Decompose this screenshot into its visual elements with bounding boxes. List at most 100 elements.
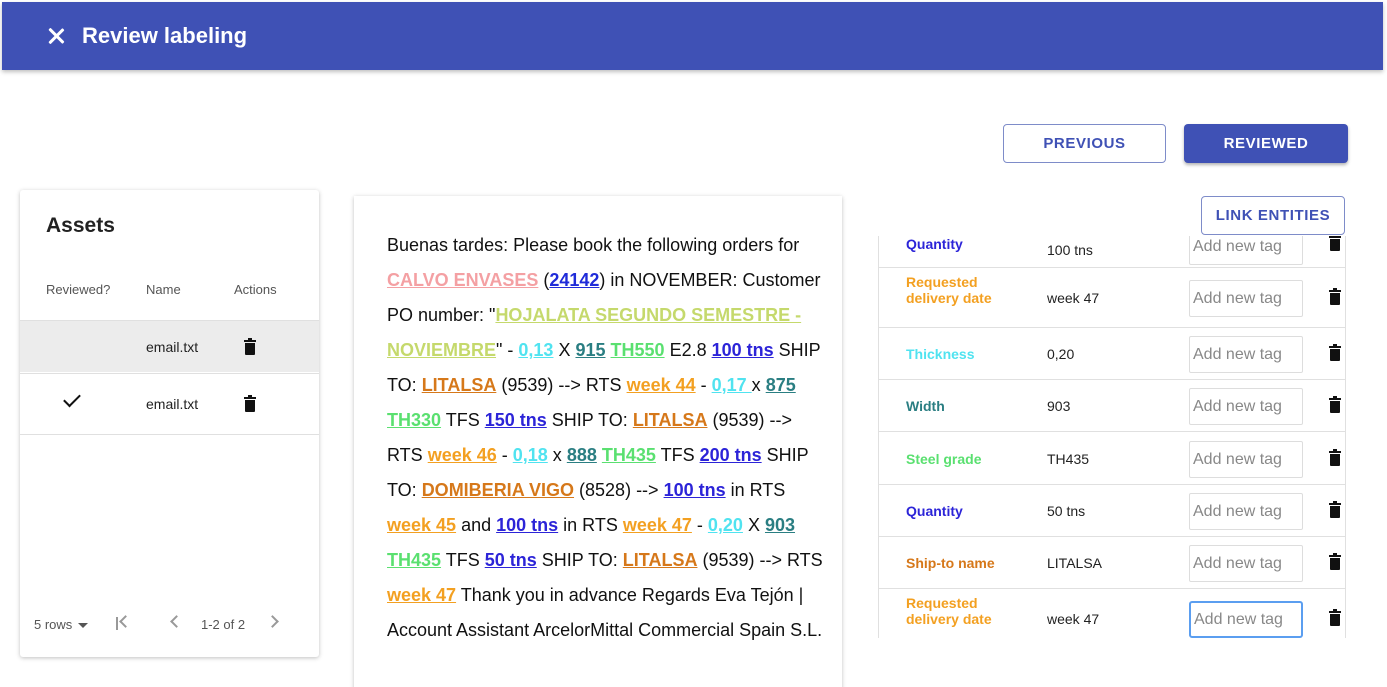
delete-icon[interactable] <box>244 395 256 412</box>
entity-value: 0,20 <box>1047 346 1075 362</box>
entity-label: Steel grade <box>906 451 982 467</box>
delete-icon[interactable] <box>1329 553 1341 570</box>
add-tag-input[interactable] <box>1189 493 1303 530</box>
entity-highlight-qty[interactable]: 100 tns <box>496 515 558 535</box>
entity-row: Quantity 100 tns <box>879 236 1345 268</box>
entity-highlight-week[interactable]: week 44 <box>627 375 696 395</box>
entity-highlight-ship[interactable]: LITALSA <box>623 550 698 570</box>
add-tag-input[interactable] <box>1189 336 1303 373</box>
document-text[interactable]: Buenas tardes: Please book the following… <box>387 228 827 648</box>
first-page-icon[interactable] <box>116 617 118 630</box>
next-page-icon[interactable] <box>266 615 279 628</box>
entity-highlight-company[interactable]: CALVO ENVASES <box>387 270 538 290</box>
entity-row: Requested delivery date week 47 <box>879 589 1345 638</box>
entity-highlight-ship[interactable]: LITALSA <box>633 410 708 430</box>
document-text-segment: TFS <box>441 550 485 570</box>
entity-label: Quantity <box>906 236 963 252</box>
entity-highlight-po[interactable]: 24142 <box>549 270 599 290</box>
entity-highlight-thick[interactable]: 0,18 <box>513 445 548 465</box>
add-tag-input[interactable] <box>1189 441 1303 478</box>
table-row[interactable]: email.txt <box>20 320 319 372</box>
delete-icon[interactable] <box>1329 396 1341 413</box>
entity-highlight-qty[interactable]: 100 tns <box>664 480 726 500</box>
document-text-segment: TFS <box>655 445 700 465</box>
add-tag-input[interactable] <box>1189 236 1303 265</box>
entity-label: Quantity <box>906 503 963 519</box>
add-tag-input[interactable] <box>1189 388 1303 425</box>
entity-highlight-grade[interactable]: TH330 <box>387 410 441 430</box>
document-text-segment: in RTS <box>725 480 786 500</box>
previous-page-icon[interactable] <box>170 615 183 628</box>
add-tag-input[interactable] <box>1189 280 1303 317</box>
close-icon[interactable] <box>44 24 68 48</box>
entity-value: 100 tns <box>1047 242 1093 258</box>
entity-highlight-week[interactable]: week 47 <box>623 515 692 535</box>
rows-per-page-select[interactable]: 5 rows <box>34 617 72 632</box>
chevron-down-icon[interactable] <box>78 623 88 628</box>
entity-highlight-qty[interactable]: 50 tns <box>485 550 537 570</box>
delete-icon[interactable] <box>1329 449 1341 466</box>
entity-value: week 47 <box>1047 290 1100 306</box>
entity-highlight-grade[interactable]: TH435 <box>387 550 441 570</box>
entity-highlight-week[interactable]: week 46 <box>428 445 497 465</box>
delete-icon[interactable] <box>1329 501 1341 518</box>
entity-highlight-qty[interactable]: 150 tns <box>485 410 547 430</box>
document-text-segment: - <box>691 515 708 535</box>
document-text-segment: (9539) --> RTS <box>697 550 823 570</box>
entity-highlight-grade[interactable]: TH435 <box>602 445 656 465</box>
entity-row: Requested delivery date week 47 <box>879 268 1345 328</box>
document-text-segment: SHIP TO: <box>536 550 623 570</box>
app-bar: Review labeling <box>2 2 1383 70</box>
entity-highlight-width[interactable]: 888 <box>567 445 597 465</box>
reviewed-button[interactable]: REVIEWED <box>1184 124 1348 163</box>
entity-highlight-week[interactable]: week 45 <box>387 515 456 535</box>
add-tag-input[interactable] <box>1189 545 1303 582</box>
first-page-chevron-icon[interactable] <box>119 615 132 628</box>
entity-highlight-qty[interactable]: 200 tns <box>700 445 762 465</box>
document-text-segment: X <box>553 340 576 360</box>
column-name: Name <box>146 282 181 297</box>
link-entities-button[interactable]: LINK ENTITIES <box>1201 196 1345 235</box>
document-text-segment: x <box>751 375 766 395</box>
page-title: Review labeling <box>82 23 248 48</box>
entity-highlight-grade[interactable]: TH550 <box>611 340 665 360</box>
entity-highlight-width[interactable]: 875 <box>766 375 796 395</box>
entity-row: Width 903 <box>879 380 1345 432</box>
check-icon <box>63 389 81 408</box>
delete-icon[interactable] <box>244 338 256 355</box>
document-text-segment: x <box>547 445 567 465</box>
entity-highlight-ship[interactable]: LITALSA <box>422 375 497 395</box>
entity-label: Ship-to name <box>906 555 995 571</box>
entity-value: LITALSA <box>1047 555 1102 571</box>
column-reviewed: Reviewed? <box>46 282 111 297</box>
entity-value: 903 <box>1047 398 1071 414</box>
delete-icon[interactable] <box>1329 609 1341 626</box>
delete-icon[interactable] <box>1329 236 1341 251</box>
asset-name: email.txt <box>146 396 199 412</box>
entity-highlight-thick[interactable]: 0,20 <box>708 515 743 535</box>
entity-label: Requested delivery date <box>906 274 992 306</box>
entity-highlight-ship[interactable]: DOMIBERIA VIGO <box>422 480 574 500</box>
entity-highlight-thick[interactable]: 0,13 <box>518 340 553 360</box>
document-viewer: Buenas tardes: Please book the following… <box>354 196 842 687</box>
add-tag-input[interactable] <box>1189 601 1303 638</box>
previous-button[interactable]: PREVIOUS <box>1003 124 1166 163</box>
delete-icon[interactable] <box>1329 288 1341 305</box>
entity-highlight-width[interactable]: 903 <box>765 515 795 535</box>
delete-icon[interactable] <box>1329 344 1341 361</box>
document-text-segment: E2.8 <box>664 340 712 360</box>
document-text-segment: in RTS <box>558 515 623 535</box>
column-actions: Actions <box>234 282 277 297</box>
document-text-segment: " - <box>496 340 519 360</box>
entity-highlight-width[interactable]: 915 <box>575 340 605 360</box>
entity-label: Thickness <box>906 346 975 362</box>
entity-highlight-week[interactable]: week 47 <box>387 585 456 605</box>
table-row[interactable]: email.txt <box>20 373 319 435</box>
entity-row: Ship-to name LITALSA <box>879 537 1345 589</box>
entity-list: Quantity 100 tns Requested delivery date we… <box>878 236 1346 638</box>
document-text-segment: TFS <box>441 410 485 430</box>
entity-value: 50 tns <box>1047 503 1086 519</box>
entity-highlight-thick[interactable]: 0,17 <box>712 375 752 395</box>
entity-highlight-qty[interactable]: 100 tns <box>712 340 774 360</box>
entity-row: Quantity 50 tns <box>879 485 1345 537</box>
